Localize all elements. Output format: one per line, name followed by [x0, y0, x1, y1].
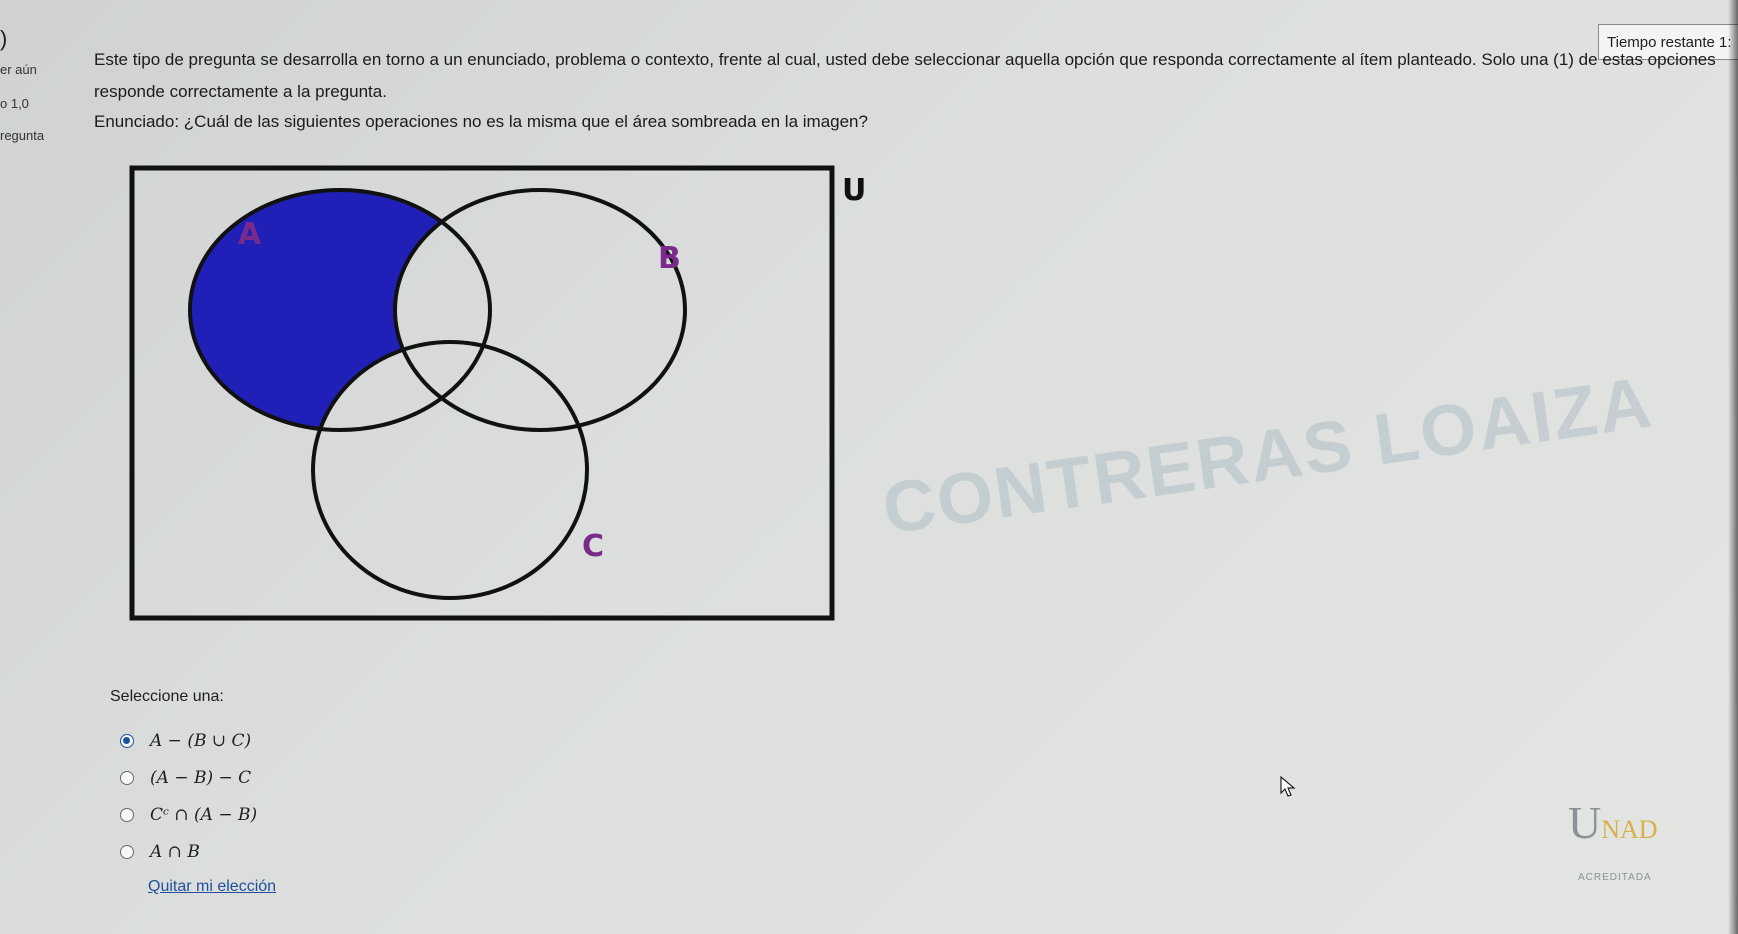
- question-intro-line1: Este tipo de pregunta se desarrolla en t…: [94, 50, 1716, 69]
- watermark: CONTRERAS LOAIZA: [878, 362, 1658, 550]
- mouse-pointer-icon: [1280, 776, 1296, 797]
- clear-choice-link[interactable]: Quitar mi elección: [148, 878, 276, 896]
- question-intro-line2: responde correctamente a la pregunta.: [94, 82, 387, 101]
- question-mark: o 1,0: [0, 96, 29, 111]
- option-text: A ∩ B: [150, 841, 200, 862]
- answer-option[interactable]: Cᶜ ∩ (A − B): [120, 796, 257, 833]
- logo-text: UNAD: [1568, 797, 1658, 848]
- logo-subtext: ACREDITADA: [1578, 872, 1652, 883]
- sidebar-bracket: ): [0, 26, 8, 51]
- quiz-page: ) er aún o 1,0 regunta Tiempo restante 1…: [0, 0, 1738, 934]
- answer-option[interactable]: (A − B) − C: [120, 759, 257, 796]
- venn-diagram: U A B C: [129, 165, 866, 621]
- set-b-label: B: [658, 241, 681, 276]
- universe-label: U: [842, 173, 866, 208]
- flag-question-link[interactable]: regunta: [0, 128, 44, 143]
- answer-option[interactable]: A − (B ∪ C): [120, 722, 257, 759]
- select-one-label: Seleccione una:: [110, 688, 224, 705]
- question-status: er aún: [0, 62, 37, 77]
- option-text: (A − B) − C: [150, 767, 252, 788]
- option-text: A − (B ∪ C): [150, 730, 252, 751]
- option-text: Cᶜ ∩ (A − B): [150, 804, 258, 825]
- set-a-label: A: [238, 217, 262, 252]
- radio-button[interactable]: [120, 770, 134, 785]
- set-c-label: C: [582, 529, 604, 564]
- unad-logo: UNAD ACREDITADA: [1560, 790, 1700, 900]
- radio-button[interactable]: [120, 807, 134, 822]
- answer-options: A − (B ∪ C) (A − B) − C Cᶜ ∩ (A − B) A ∩…: [120, 722, 257, 870]
- radio-button[interactable]: [120, 844, 134, 859]
- answer-option[interactable]: A ∩ B: [120, 833, 257, 870]
- screen-edge-shadow: [1728, 0, 1738, 934]
- question-info-sidebar: ) er aún o 1,0 regunta: [0, 0, 62, 934]
- question-statement: Enunciado: ¿Cuál de las siguientes opera…: [94, 112, 868, 131]
- radio-button[interactable]: [120, 733, 134, 748]
